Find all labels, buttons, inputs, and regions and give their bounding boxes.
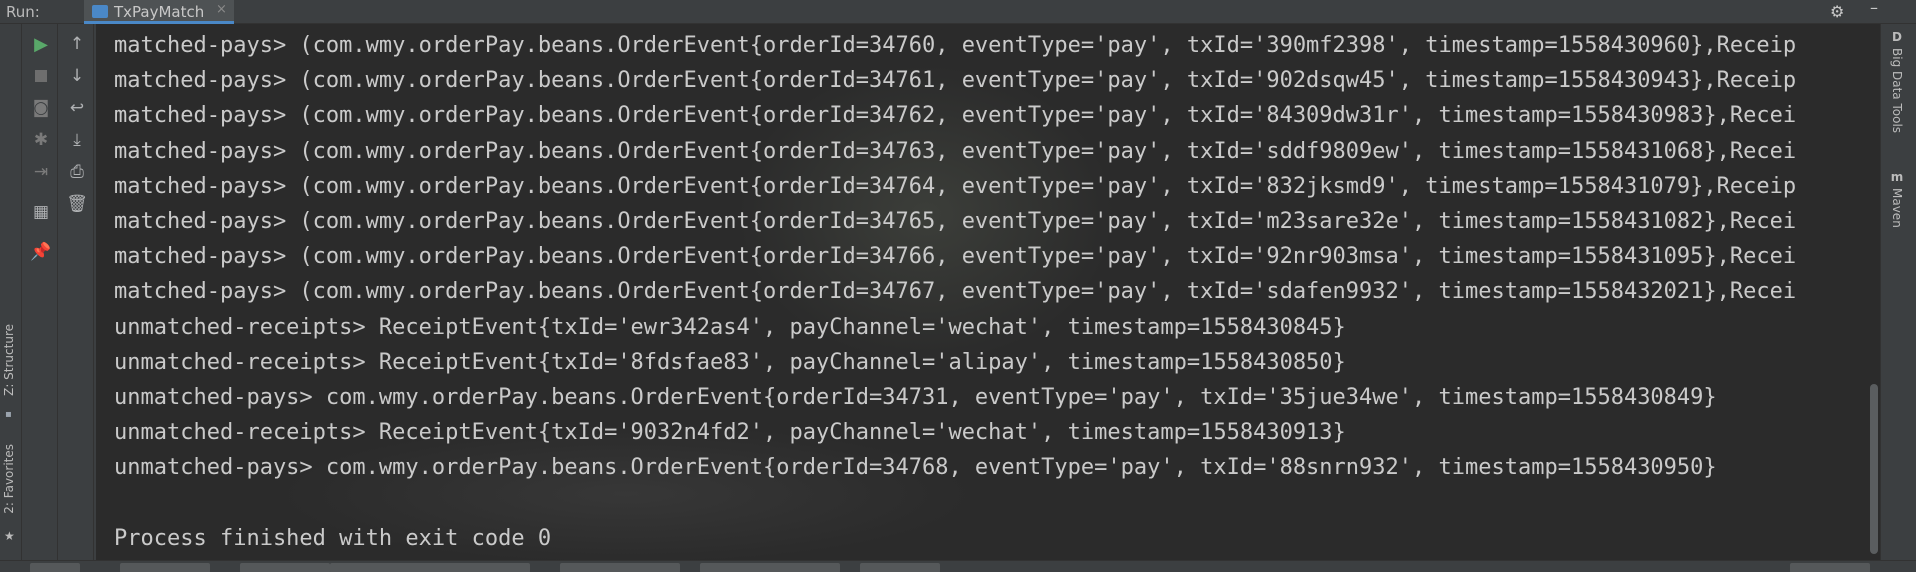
structure-tab[interactable]: Z: Structure bbox=[2, 324, 16, 396]
bug-icon[interactable]: ✱ bbox=[24, 126, 58, 154]
run-icon[interactable]: ▶ bbox=[24, 30, 58, 58]
console-line: matched-pays> (com.wmy.orderPay.beans.Or… bbox=[114, 279, 1797, 305]
process-exit-line: Process finished with exit code 0 bbox=[114, 525, 552, 551]
bottom-tab[interactable] bbox=[330, 563, 530, 572]
console-line: unmatched-receipts> ReceiptEvent{txId='8… bbox=[114, 349, 1346, 375]
close-tab-icon[interactable]: × bbox=[216, 2, 227, 17]
stop-icon[interactable] bbox=[24, 62, 58, 90]
bottom-tab[interactable] bbox=[120, 563, 210, 572]
console-lines: matched-pays> (com.wmy.orderPay.beans.Or… bbox=[114, 28, 1796, 556]
star-icon: ★ bbox=[4, 529, 15, 543]
pin-icon[interactable]: 📌 bbox=[24, 238, 58, 266]
structure-icon: ▪ bbox=[5, 409, 12, 420]
scroll-to-end-icon[interactable]: ⤓ bbox=[60, 126, 94, 154]
console-line: matched-pays> (com.wmy.orderPay.beans.Or… bbox=[114, 68, 1797, 94]
bottom-tab[interactable] bbox=[240, 563, 330, 572]
print-icon[interactable]: ⎙ bbox=[60, 158, 94, 186]
run-toolbar-secondary: ↑ ↓ ↩ ⤓ ⎙ 🗑 bbox=[60, 24, 94, 560]
console-line: matched-pays> (com.wmy.orderPay.beans.Or… bbox=[114, 33, 1797, 58]
scroll-up-icon[interactable]: ↑ bbox=[60, 30, 94, 58]
right-tool-strip: D Big Data Tools m Maven bbox=[1880, 24, 1916, 560]
big-data-tools-icon: D bbox=[1892, 30, 1902, 44]
run-tab-title: TxPayMatch bbox=[114, 3, 205, 21]
exit-icon[interactable]: ⇥ bbox=[24, 158, 58, 186]
bottom-tab[interactable] bbox=[860, 563, 940, 572]
bottom-tool-tabs bbox=[0, 560, 1916, 572]
bottom-tab[interactable] bbox=[560, 563, 680, 572]
console-line: unmatched-pays> com.wmy.orderPay.beans.O… bbox=[114, 384, 1717, 410]
run-label: Run: bbox=[6, 3, 40, 21]
soft-wrap-icon[interactable]: ↩ bbox=[60, 94, 94, 122]
console-line: matched-pays> (com.wmy.orderPay.beans.Or… bbox=[114, 173, 1797, 199]
big-data-tools-tab[interactable]: Big Data Tools bbox=[1890, 48, 1904, 133]
scroll-down-icon[interactable]: ↓ bbox=[60, 62, 94, 90]
console-line: unmatched-receipts> ReceiptEvent{txId='9… bbox=[114, 420, 1346, 446]
console-line: unmatched-receipts> ReceiptEvent{txId='e… bbox=[114, 314, 1346, 340]
layout-icon[interactable]: ▦ bbox=[24, 198, 58, 226]
console-line: matched-pays> (com.wmy.orderPay.beans.Or… bbox=[114, 138, 1797, 164]
run-toolwindow-header: Run: TxPayMatch × ⚙ – bbox=[0, 0, 1916, 24]
vertical-scrollbar[interactable] bbox=[1868, 24, 1880, 560]
camera-icon[interactable]: ◙ bbox=[24, 94, 58, 122]
favorites-tab[interactable]: 2: Favorites bbox=[2, 444, 16, 514]
maven-icon: m bbox=[1890, 170, 1904, 184]
console-line: matched-pays> (com.wmy.orderPay.beans.Or… bbox=[114, 103, 1797, 129]
maven-tab[interactable]: Maven bbox=[1890, 188, 1904, 228]
console-line: matched-pays> (com.wmy.orderPay.beans.Or… bbox=[114, 244, 1797, 270]
minimize-icon[interactable]: – bbox=[1870, 0, 1878, 17]
bottom-tab[interactable] bbox=[700, 563, 840, 572]
gear-icon[interactable]: ⚙ bbox=[1830, 2, 1844, 21]
trash-icon[interactable]: 🗑 bbox=[60, 190, 94, 218]
console-line: matched-pays> (com.wmy.orderPay.beans.Or… bbox=[114, 208, 1797, 234]
app-run-config-icon bbox=[92, 5, 108, 18]
event-log-tab[interactable] bbox=[1790, 563, 1870, 572]
left-tool-strip: Z: Structure ▪ 2: Favorites ★ bbox=[0, 24, 22, 560]
console-output[interactable]: matched-pays> (com.wmy.orderPay.beans.Or… bbox=[96, 24, 1880, 560]
bottom-tab[interactable] bbox=[30, 563, 80, 572]
scrollbar-thumb[interactable] bbox=[1870, 384, 1878, 554]
console-line: unmatched-pays> com.wmy.orderPay.beans.O… bbox=[114, 455, 1717, 481]
run-tab[interactable]: TxPayMatch × bbox=[84, 0, 234, 24]
run-toolbar-primary: ▶ ◙ ✱ ⇥ ▦ 📌 bbox=[24, 24, 58, 560]
